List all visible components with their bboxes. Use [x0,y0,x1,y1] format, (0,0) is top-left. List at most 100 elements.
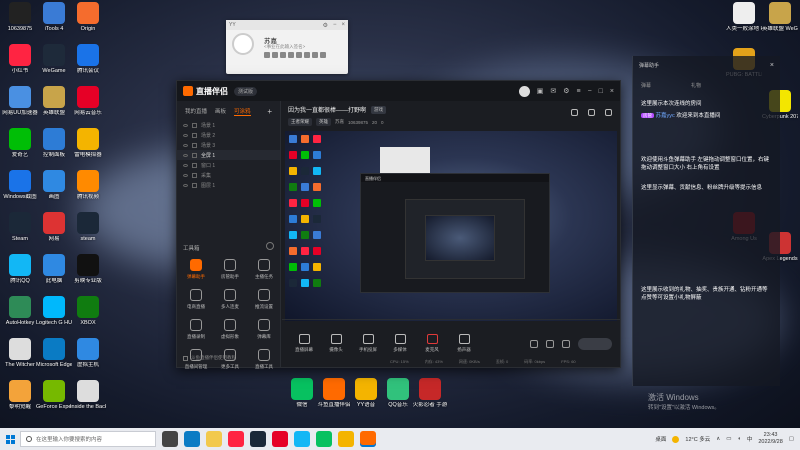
desktop-shortcut[interactable]: 虚拟主机 [70,338,106,369]
desktop-shortcut[interactable]: 腾讯视频 [70,170,106,201]
scene-item[interactable]: 采集 [177,170,280,180]
lock-icon[interactable] [192,172,197,178]
file-explorer-taskbar-icon[interactable] [206,431,222,447]
visibility-icon[interactable] [183,163,188,167]
checkbox-icon[interactable] [183,355,188,361]
settings-icon[interactable]: ⚙ [563,87,569,95]
room-title[interactable]: 因为我一直都很棒——打野啊 [288,105,366,114]
task-view-icon[interactable] [162,431,178,447]
user-avatar-icon[interactable] [518,85,530,97]
tool-button[interactable]: 虚拟形象 [215,319,245,340]
minimize-icon[interactable]: − [588,88,592,95]
toolbox-settings-icon[interactable] [266,242,274,250]
add-scene-icon[interactable]: + [267,107,272,116]
desktop-shortcut[interactable]: steam [70,212,106,243]
volume-icon[interactable]: ◖ [737,436,740,442]
desktop-shortcut[interactable]: Microsoft Edge [36,338,72,369]
tool-button[interactable]: 主播任务 [249,259,279,280]
visibility-icon[interactable] [183,123,188,127]
desktop-shortcut[interactable]: XBOX [70,296,106,327]
tool-button[interactable]: 多人连麦 [215,289,245,310]
desktop-shortcut[interactable]: WeGame [36,44,72,75]
chat-message[interactable]: 这里显示弹幕、贡献信息、粉丝牌升级等提示信息 [641,184,773,192]
yy-taskbar-icon[interactable] [338,431,354,447]
desktop-shortcut[interactable]: 控制面板 [36,128,72,159]
chat-message[interactable]: 欢迎使用斗鱼弹幕助手 左键拖动调整窗口位置，右键拖动调整窗口大小 右上角有设置 [641,156,773,172]
lock-icon[interactable] [192,162,197,168]
desktop-shortcut[interactable]: 此电脑 [36,254,72,285]
menu-icon[interactable]: ≡ [576,88,580,95]
desktop-shortcut[interactable]: 火影忍者 手游 [412,378,448,409]
visibility-icon[interactable] [183,143,188,147]
danmaku-helper-window[interactable]: 弹幕助手 × 弹幕 礼物 这里展示本次连线的房间 房管 苏嘉yyc 欢迎来到本直播… [632,56,780,386]
share-icon[interactable] [588,109,595,116]
version-badge[interactable]: 测试版 [234,86,258,96]
tool-button[interactable]: 直播录制 [181,319,211,340]
badge-icon[interactable] [264,52,270,58]
visibility-icon[interactable] [183,153,188,157]
media-button[interactable]: 多媒体 [386,334,414,353]
desktop-shortcut[interactable]: 黎明觉醒 [2,380,38,411]
xiaohongshu-taskbar-icon[interactable] [228,431,244,447]
desktop-shortcut[interactable]: 网易UU加速器 [2,86,38,117]
settings-icon[interactable]: ⚙ [323,22,328,29]
gift-icon[interactable]: ▣ [537,87,544,95]
go-live-button[interactable] [578,337,612,350]
qq-taskbar-icon[interactable] [294,431,310,447]
visibility-icon[interactable] [183,173,188,177]
desktop-shortcut[interactable]: 人类一败涂地 Human Fa... [726,2,762,33]
desktop-shortcut[interactable]: iTools 4 [36,2,72,33]
lock-icon[interactable] [192,142,197,148]
tab-gifts[interactable]: 礼物 [691,82,701,89]
desktop-shortcut[interactable]: GeForce Experience [36,380,72,411]
chat-message[interactable]: 这里展示收到的礼物、抽奖、贵族开通、钻粉开通等 点赞等可设置小礼物屏蔽 [641,286,773,302]
record-icon[interactable] [530,339,538,348]
lock-icon[interactable] [192,132,197,138]
phone-cast-button[interactable]: 手机投屏 [354,334,382,353]
badge-icon[interactable] [280,52,286,58]
taskbar-search[interactable]: 在这里输入你要搜索的内容 [20,431,156,447]
message-icon[interactable]: ✉ [550,87,556,95]
weather-text[interactable]: 12°C 多云 [685,435,710,443]
visibility-icon[interactable] [183,133,188,137]
chat-message[interactable]: 这里展示本次连线的房间 [641,100,773,108]
scene-item[interactable]: 场景 1 [177,120,280,130]
desktop-shortcut[interactable]: The Witcher [2,338,38,369]
room-meta-item[interactable]: 王者荣耀 [288,118,312,126]
profile-card[interactable]: YY ⚙ − × 苏嘉 <事业在此输入签名> [226,20,348,74]
scene-item[interactable]: 场景 2 [177,130,280,140]
desktop-shortcut[interactable]: 雷电模拟器 [70,128,106,159]
scene-item[interactable]: 窗口 1 [177,160,280,170]
desktop-shortcut[interactable]: 10639875 [2,2,38,33]
wechat-taskbar-icon[interactable] [316,431,332,447]
tab-danmaku[interactable]: 弹幕 [641,82,651,89]
chat-message[interactable]: 房管 苏嘉yyc 欢迎来到本直播间 [641,112,773,120]
tool-button[interactable]: 弹幕助手 [181,259,211,280]
chevron-up-icon[interactable]: ∧ [716,436,720,442]
network-icon[interactable]: ▭ [726,436,731,442]
desktop-shortcut[interactable]: 英雄联盟 [36,86,72,117]
weather-icon[interactable] [672,435,680,443]
camera-button[interactable]: 摄像头 [322,334,350,353]
chat-username[interactable]: 苏嘉yyc [656,113,675,119]
room-meta-item[interactable]: 英雄 [316,118,331,126]
close-icon[interactable]: × [610,88,614,95]
minimize-icon[interactable]: − [333,22,337,29]
desktop-shortcut[interactable]: 斗鱼直播伴侣 [316,378,352,409]
gift-box-icon[interactable] [571,109,578,116]
desktop-shortcut[interactable]: 网易云音乐 [70,86,106,117]
desktop-shortcut[interactable]: QQ音乐 [380,378,416,409]
desktop-shortcut[interactable]: 小红书 [2,44,38,75]
room-category[interactable]: 游戏 [371,105,387,114]
desktop-shortcut[interactable]: Origin [70,2,106,33]
avatar[interactable] [232,33,254,55]
lock-icon[interactable] [192,122,197,128]
tutorial-link[interactable]: 斗鱼直播伴侣使用教程 [191,355,236,361]
desktop-shortcut[interactable]: 腾讯QQ [2,254,38,285]
start-button[interactable] [0,428,20,450]
tab-canvas[interactable]: 画板 [215,107,226,116]
ime-indicator[interactable]: 中 [747,435,753,443]
scene-item[interactable]: 图层 1 [177,180,280,190]
desktop-shortcut[interactable]: Inside the Backroom [70,380,106,411]
timer-icon[interactable] [546,339,554,348]
